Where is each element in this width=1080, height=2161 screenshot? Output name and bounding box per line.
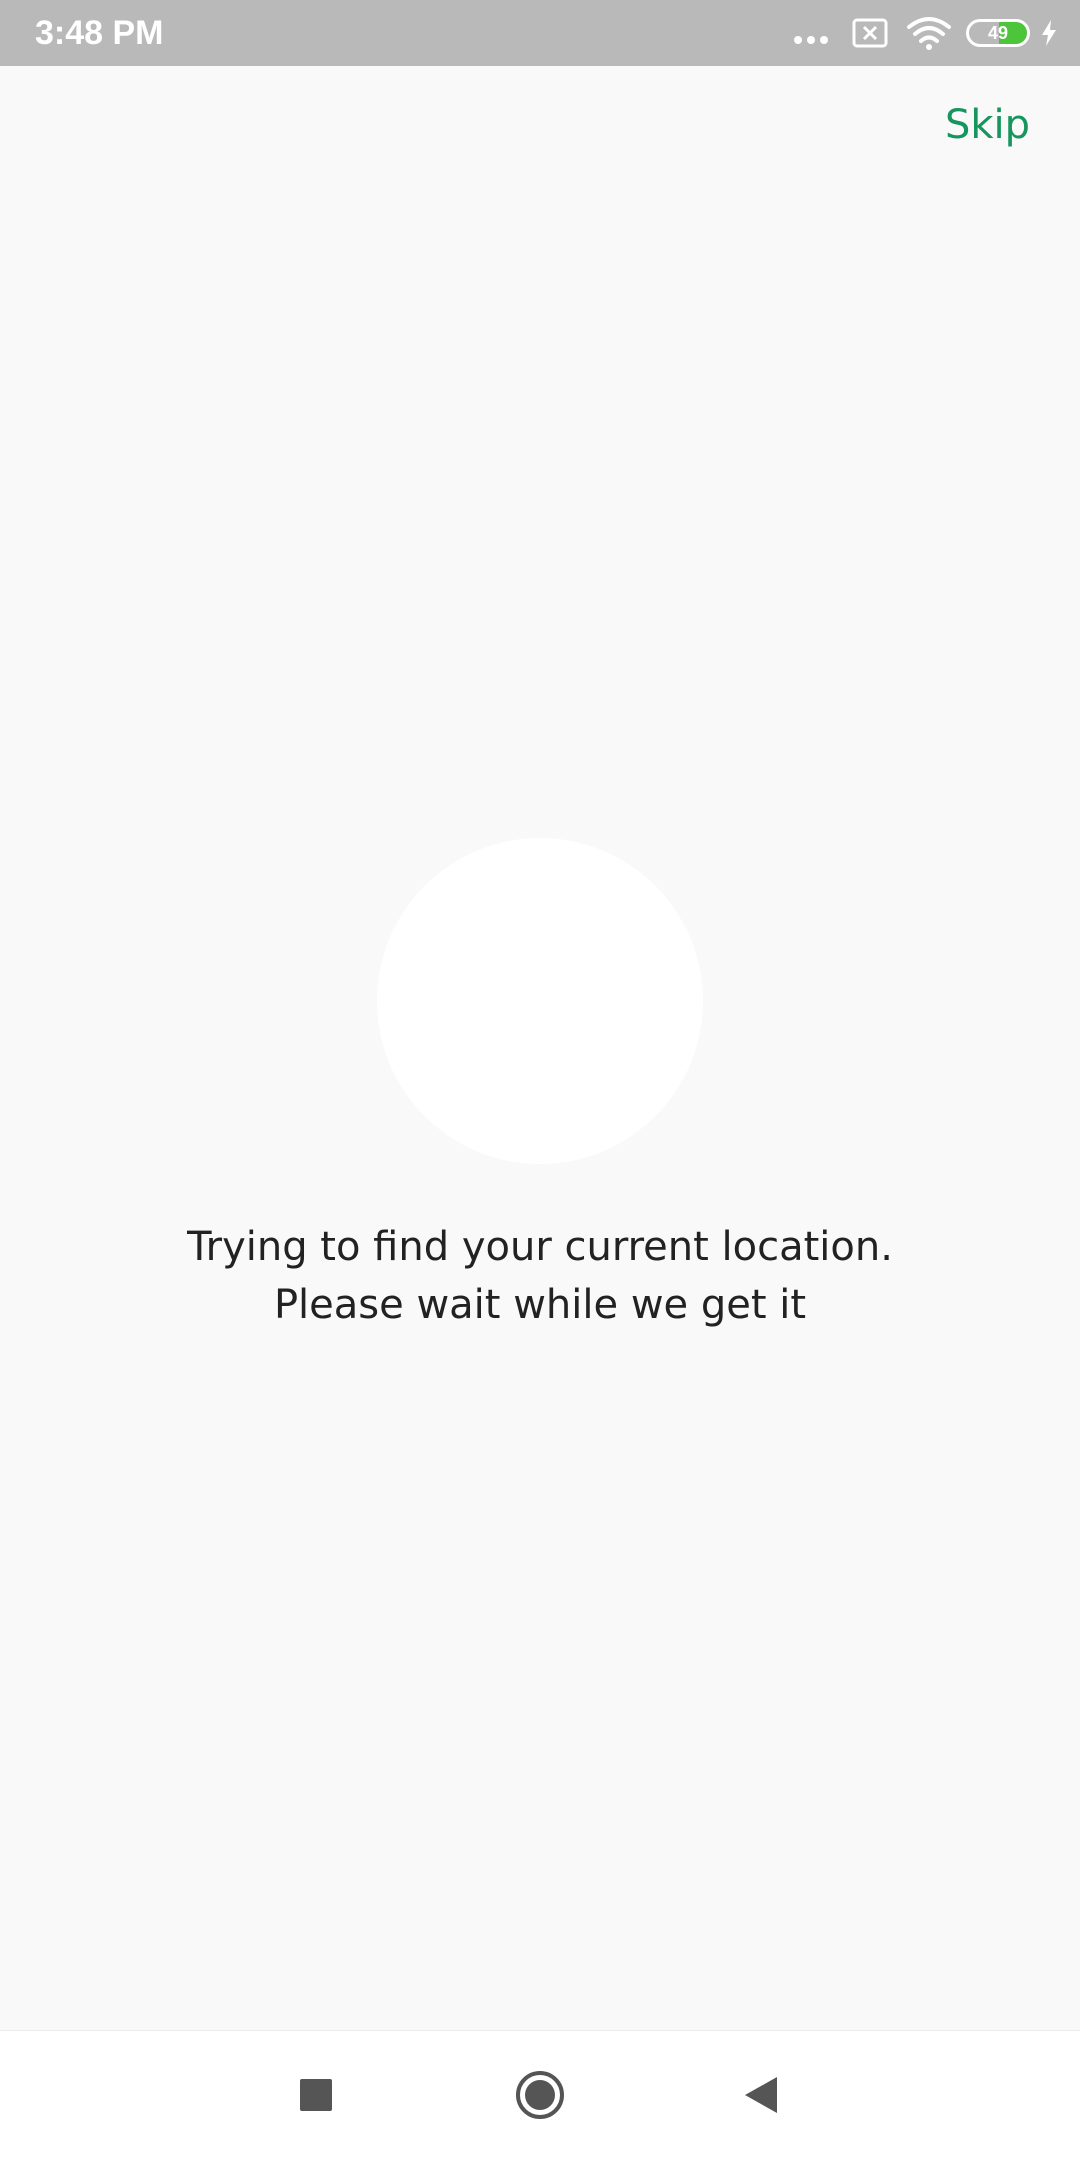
message-line-2: Please wait while we get it (273, 1282, 807, 1328)
navigation-bar (0, 2030, 1080, 2161)
status-icons: 49 (794, 0, 1058, 66)
wifi-icon (907, 17, 951, 50)
battery-level: 49 (987, 23, 1009, 43)
home-button[interactable] (512, 2067, 568, 2123)
recent-apps-icon (300, 2079, 332, 2111)
battery-icon: 49 (966, 19, 1030, 47)
location-loader (377, 838, 703, 1164)
back-icon (745, 2077, 777, 2113)
charging-icon (1042, 20, 1056, 46)
status-bar: 3:48 PM 49 (0, 0, 1080, 66)
back-button[interactable] (733, 2067, 789, 2123)
more-dots-icon (794, 36, 828, 44)
message-line-1: Trying to find your current location. (187, 1224, 893, 1270)
home-icon (516, 2071, 564, 2119)
sim-missing-icon (852, 18, 888, 48)
status-time: 3:48 PM (35, 14, 164, 52)
location-message: Trying to find your current location. Pl… (0, 1218, 1080, 1334)
recent-apps-button[interactable] (288, 2067, 344, 2123)
skip-button[interactable]: Skip (945, 102, 1030, 148)
